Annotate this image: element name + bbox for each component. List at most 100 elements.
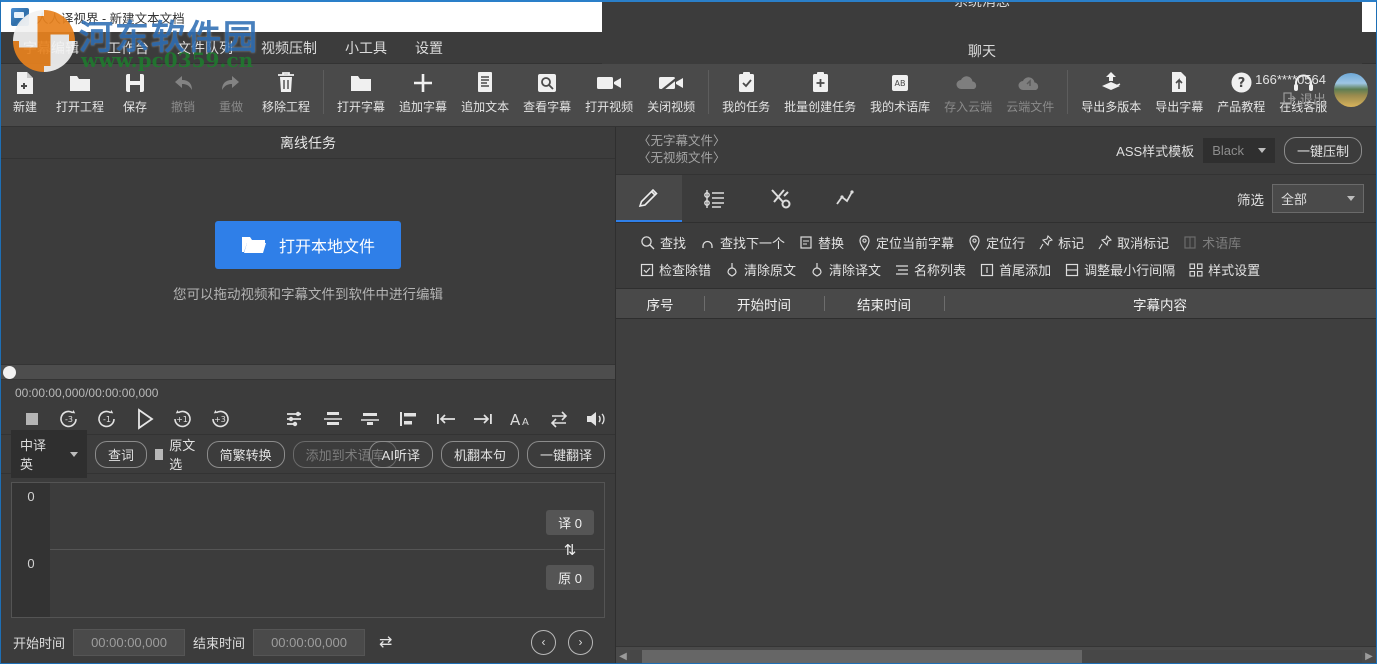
locate-line-button[interactable]: 定位行 xyxy=(966,231,1032,254)
play-icon[interactable] xyxy=(126,404,164,434)
horizontal-scrollbar[interactable]: ◀ ▶ xyxy=(616,646,1376,664)
translation-input[interactable] xyxy=(50,483,604,550)
remove-project-button[interactable]: 移除工程 xyxy=(255,68,317,115)
simplified-traditional-button[interactable]: 简繁转换 xyxy=(207,441,285,468)
filter-select[interactable]: 全部 xyxy=(1272,184,1364,213)
clear-source-button[interactable]: 清除原文 xyxy=(723,258,803,281)
style-settings-button[interactable]: 样式设置 xyxy=(1187,258,1267,281)
menu-tools[interactable]: 小工具 xyxy=(345,38,387,58)
append-subtitle-button[interactable]: 追加字幕 xyxy=(392,68,454,115)
scroll-thumb[interactable] xyxy=(642,650,1082,664)
batch-create-task-button[interactable]: 批量创建任务 xyxy=(777,68,863,115)
volume-icon[interactable] xyxy=(577,404,615,434)
avatar[interactable] xyxy=(1334,73,1368,107)
export-subtitle-button[interactable]: 导出字幕 xyxy=(1148,68,1210,115)
append-text-button[interactable]: 追加文本 xyxy=(454,68,516,115)
seek-knob[interactable] xyxy=(3,366,16,379)
open-local-file-button[interactable]: 打开本地文件 xyxy=(215,221,401,269)
chat-button[interactable]: 聊天 xyxy=(968,41,996,61)
scroll-left-arrow[interactable]: ◀ xyxy=(616,651,630,662)
adjust-min-gap-button[interactable]: 调整最小行间隔 xyxy=(1063,258,1182,281)
my-tasks-button[interactable]: 我的任务 xyxy=(715,68,777,115)
add-head-tail-button[interactable]: 首尾添加 xyxy=(978,258,1058,281)
offline-task-title: 离线任务 xyxy=(1,127,615,159)
chevron-left-icon[interactable]: ‹ xyxy=(531,630,556,655)
new-button[interactable]: 新建 xyxy=(1,68,49,115)
align-left-icon[interactable] xyxy=(389,404,427,434)
menu-settings[interactable]: 设置 xyxy=(415,38,443,58)
search-icon xyxy=(640,235,655,250)
swap-icon[interactable] xyxy=(540,404,578,434)
locate-current-subtitle-button[interactable]: 定位当前字幕 xyxy=(856,231,961,254)
forward-3-icon[interactable]: +3 xyxy=(201,404,239,434)
one-click-translate-button[interactable]: 一键翻译 xyxy=(527,441,605,468)
jump-end-icon[interactable] xyxy=(465,404,503,434)
redo-button[interactable]: 重做 xyxy=(207,68,255,115)
unmark-button[interactable]: 取消标记 xyxy=(1096,231,1176,254)
check-errors-button[interactable]: 检查除错 xyxy=(638,258,718,281)
menu-file-queue[interactable]: 文件队列 xyxy=(177,38,233,58)
name-list-button[interactable]: 名称列表 xyxy=(893,258,973,281)
scroll-right-arrow[interactable]: ▶ xyxy=(1362,651,1376,662)
find-next-button[interactable]: 查找下一个 xyxy=(698,231,792,254)
ai-transcribe-button[interactable]: AI听译 xyxy=(369,441,433,468)
save-button[interactable]: 保存 xyxy=(111,68,159,115)
subtitle-editor: 0 0 译 0 ⇅ 原 0 开始时间 00:00:00,000 xyxy=(1,474,615,664)
machine-translate-line-button[interactable]: 机翻本句 xyxy=(441,441,519,468)
chevron-right-icon[interactable]: › xyxy=(568,630,593,655)
scroll-track[interactable] xyxy=(630,650,1362,664)
open-project-button[interactable]: 打开工程 xyxy=(49,68,111,115)
forward-1-icon[interactable]: +1 xyxy=(164,404,202,434)
end-time-input[interactable]: 00:00:00,000 xyxy=(253,629,365,656)
save-to-cloud-button[interactable]: 存入云端 xyxy=(937,68,999,115)
subtitle-table-body[interactable] xyxy=(616,319,1376,646)
column-header-content[interactable]: 字幕内容 xyxy=(944,289,1376,318)
swap-vertical-icon[interactable]: ⇅ xyxy=(564,541,577,559)
open-subtitle-button[interactable]: 打开字幕 xyxy=(330,68,392,115)
export-multi-version-label: 导出多版本 xyxy=(1081,98,1141,115)
one-click-compress-button[interactable]: 一键压制 xyxy=(1284,137,1362,164)
sliders-icon[interactable] xyxy=(276,404,314,434)
menu-workbench[interactable]: 工作台 xyxy=(107,38,149,58)
system-messages-button[interactable]: 系统消息 xyxy=(954,0,1010,11)
tab-tools[interactable] xyxy=(748,175,814,222)
column-header-end-time[interactable]: 结束时间 xyxy=(824,289,944,318)
source-select-checkbox[interactable]: 原文选 xyxy=(155,435,199,473)
view-subtitle-button[interactable]: 查看字幕 xyxy=(516,68,578,115)
column-header-index[interactable]: 序号 xyxy=(616,289,704,318)
logout-button[interactable]: 退出 xyxy=(1283,89,1326,108)
locate-line-label: 定位行 xyxy=(986,233,1025,252)
tab-timeline[interactable] xyxy=(682,175,748,222)
clear-target-button[interactable]: 清除译文 xyxy=(808,258,888,281)
font-size-icon[interactable]: AA xyxy=(502,404,540,434)
export-multi-version-button[interactable]: 导出多版本 xyxy=(1074,68,1148,115)
add-head-tail-icon xyxy=(980,263,994,277)
column-header-start-time[interactable]: 开始时间 xyxy=(704,289,824,318)
menu-video-encode[interactable]: 视频压制 xyxy=(261,38,317,58)
tab-edit[interactable] xyxy=(616,175,682,222)
find-button[interactable]: 查找 xyxy=(638,231,693,254)
start-time-input[interactable]: 00:00:00,000 xyxy=(73,629,185,656)
undo-button[interactable]: 撤销 xyxy=(159,68,207,115)
menu-subtitle-edit[interactable]: 字幕编辑 xyxy=(23,38,79,58)
mark-button[interactable]: 标记 xyxy=(1037,231,1091,254)
align-bottom-icon[interactable] xyxy=(352,404,390,434)
ass-template-select[interactable]: Black xyxy=(1203,138,1275,163)
toolbar-separator xyxy=(708,70,709,114)
drop-zone[interactable]: 打开本地文件 您可以拖动视频和字幕文件到软件中进行编辑 xyxy=(1,159,615,364)
cloud-files-button[interactable]: 云端文件 xyxy=(999,68,1061,115)
glossary-button[interactable]: 术语库 xyxy=(1181,231,1248,254)
source-input[interactable] xyxy=(50,550,604,617)
time-swap-icon[interactable]: ⇄ xyxy=(379,632,392,652)
seek-bar[interactable] xyxy=(1,364,615,380)
translate-direction-select[interactable]: 中译英 xyxy=(11,430,87,478)
jump-start-icon[interactable] xyxy=(427,404,465,434)
align-center-icon[interactable] xyxy=(314,404,352,434)
lookup-word-button[interactable]: 查词 xyxy=(95,441,147,468)
my-glossary-button[interactable]: AB 我的术语库 xyxy=(863,68,937,115)
replace-button[interactable]: 替换 xyxy=(797,231,851,254)
open-video-button[interactable]: 打开视频 xyxy=(578,68,640,115)
back-1-icon[interactable]: -1 xyxy=(88,404,126,434)
tab-waveform[interactable] xyxy=(814,175,880,222)
close-video-button[interactable]: 关闭视频 xyxy=(640,68,702,115)
